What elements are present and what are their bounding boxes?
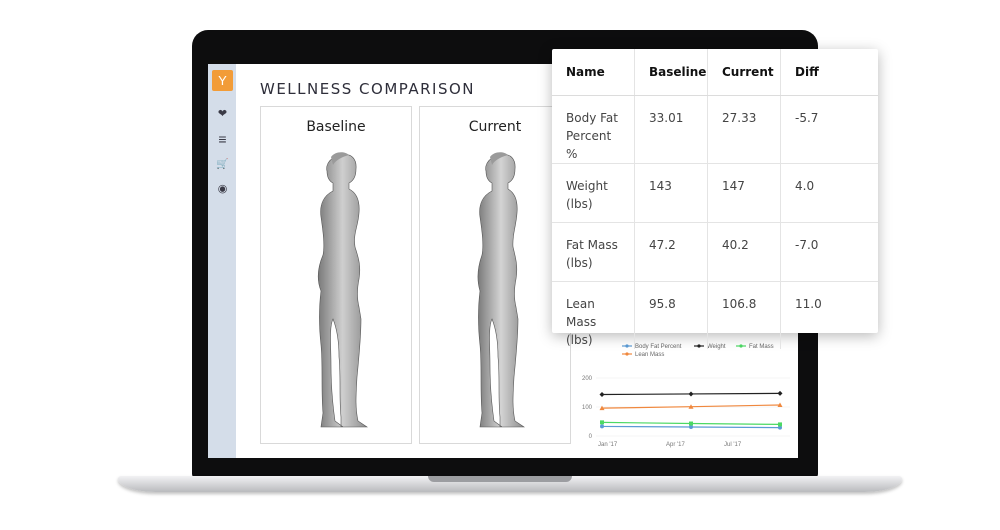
x-tick-label: Apr '17 [666, 442, 685, 448]
data-point [689, 421, 693, 426]
row-current: 40.2 [707, 222, 781, 282]
row-diff: 4.0 [780, 163, 878, 223]
row-name: Fat Mass (lbs) [552, 222, 635, 282]
list-icon[interactable]: ≡ [212, 129, 233, 150]
table-row: Fat Mass (lbs) 47.2 40.2 -7.0 [552, 222, 878, 282]
header-diff: Diff [780, 49, 878, 96]
table-header-row: Name Baseline Current Diff [552, 49, 878, 96]
current-body-figure [477, 152, 525, 428]
row-current: 147 [707, 163, 781, 223]
heart-pulse-icon[interactable]: ❤ [212, 104, 233, 125]
data-point [688, 391, 694, 397]
data-point [689, 425, 693, 430]
laptop-notch [428, 476, 572, 482]
header-current: Current [707, 49, 781, 96]
data-point [600, 424, 604, 429]
row-diff: -5.7 [780, 95, 878, 164]
row-current: 27.33 [707, 95, 781, 164]
row-baseline: 95.8 [634, 281, 708, 349]
y-tick-label: 100 [582, 405, 593, 411]
comparison-table-card: Name Baseline Current Diff Body Fat Perc… [552, 49, 878, 349]
x-tick-label: Jul '17 [724, 442, 742, 448]
data-point [600, 420, 604, 425]
row-current: 106.8 [707, 281, 781, 349]
comparison-table: Name Baseline Current Diff Body Fat Perc… [552, 49, 878, 349]
header-baseline: Baseline [634, 49, 708, 96]
table-row: Body Fat Percent % 33.01 27.33 -5.7 [552, 95, 878, 164]
header-name: Name [552, 49, 635, 96]
row-baseline: 143 [634, 163, 708, 223]
data-point [778, 422, 782, 427]
row-diff: 11.0 [795, 297, 822, 311]
user-icon[interactable]: ◉ [212, 179, 233, 200]
y-tick-label: 0 [589, 434, 593, 440]
page-title: WELLNESS COMPARISON [260, 80, 475, 98]
row-name: Weight (lbs) [552, 163, 635, 223]
row-name: Body Fat Percent % [552, 95, 635, 164]
x-tick-label: Jan '17 [598, 442, 618, 448]
logo-icon[interactable]: Y [212, 70, 233, 91]
cart-icon[interactable]: 🛒 [212, 154, 233, 175]
table-row: Weight (lbs) 143 147 4.0 [552, 163, 878, 223]
current-panel: Current [419, 106, 571, 444]
row-diff: -7.0 [780, 222, 878, 282]
data-point [777, 390, 783, 396]
baseline-label: Baseline [306, 119, 366, 135]
y-tick-label: 200 [582, 376, 593, 382]
row-baseline: 33.01 [634, 95, 708, 164]
progress-line-chart: Body Fat Percent Weight Fat MassLean Mass … [582, 344, 790, 448]
row-baseline: 47.2 [634, 222, 708, 282]
table-row: Lean Mass (lbs) 95.8 106.8 11.0 [552, 281, 878, 349]
row-name: Lean Mass (lbs) [552, 281, 635, 349]
data-point [599, 392, 605, 398]
baseline-panel: Baseline [260, 106, 412, 444]
sidebar: Y ❤ ≡ 🛒 ◉ [208, 64, 236, 458]
baseline-body-figure [317, 152, 368, 428]
current-label: Current [468, 119, 522, 135]
legend-marker [625, 352, 629, 356]
legend-label: Lean Mass [635, 352, 664, 358]
